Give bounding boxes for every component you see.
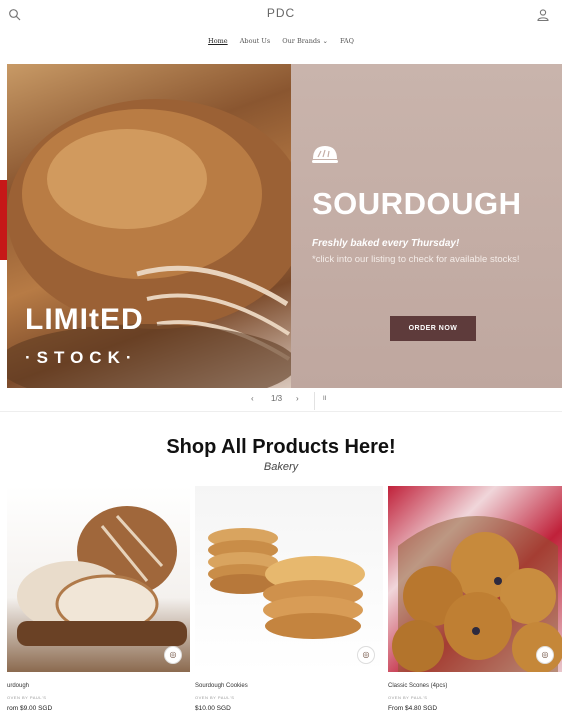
limited-text: LIMItED bbox=[25, 303, 144, 336]
cookies-image bbox=[208, 528, 365, 639]
scones-basket-image bbox=[392, 516, 562, 672]
product-vendor: OVEN BY PAUL'S bbox=[7, 695, 47, 700]
product-vendor: OVEN BY PAUL'S bbox=[388, 695, 428, 700]
product-vendor: OVEN BY PAUL'S bbox=[195, 695, 235, 700]
product-price: rom $9.00 SGD bbox=[7, 705, 53, 712]
brand-badge-icon: ◎ bbox=[536, 646, 554, 664]
product-title[interactable]: Sourdough Cookies bbox=[195, 683, 248, 689]
site-logo[interactable]: PDC bbox=[0, 6, 562, 20]
nav-home[interactable]: Home bbox=[208, 37, 228, 45]
product-title[interactable]: Classic Scones (4pcs) bbox=[388, 683, 447, 689]
banner-note: *click into our listing to check for ava… bbox=[312, 254, 520, 265]
hero-banner[interactable] bbox=[7, 64, 562, 388]
section-subtitle: Bakery bbox=[263, 461, 299, 473]
product-price: From $4.80 SGD bbox=[388, 705, 438, 712]
brand-badge-icon: ◎ bbox=[357, 646, 375, 664]
sourdough-loaf-image bbox=[17, 506, 187, 646]
slide-counter: 1/3 bbox=[271, 394, 283, 403]
controls-divider bbox=[314, 392, 315, 410]
section-title: Shop All Products Here! bbox=[166, 436, 396, 458]
stock-text: ·STOCK· bbox=[25, 348, 138, 367]
product-image-sourdough[interactable]: ◎ bbox=[7, 486, 190, 672]
bread-loaf-icon bbox=[312, 146, 338, 163]
brand-badge-icon: ◎ bbox=[164, 646, 182, 664]
next-slide-button[interactable]: › bbox=[296, 394, 299, 403]
slideshow-controls: ‹ 1/3 › II bbox=[0, 390, 562, 412]
product-image-classic-scones[interactable]: ◎ bbox=[388, 486, 562, 672]
nav-about-us[interactable]: About Us bbox=[240, 37, 270, 45]
sourdough-photo bbox=[7, 64, 307, 388]
side-tab[interactable] bbox=[0, 180, 7, 260]
nav-our-brands[interactable]: Our Brands ⌄ bbox=[282, 37, 328, 45]
main-nav: Home About Us Our Brands ⌄ FAQ bbox=[0, 37, 562, 45]
order-now-button[interactable]: ORDER NOW bbox=[390, 316, 476, 341]
product-image-sourdough-cookies[interactable]: ◎ bbox=[195, 486, 383, 672]
product-title[interactable]: urdough bbox=[7, 683, 29, 689]
previous-slide-button[interactable]: ‹ bbox=[251, 394, 254, 403]
banner-subtitle: Freshly baked every Thursday! bbox=[312, 238, 460, 249]
banner-title: SOURDOUGH bbox=[312, 186, 522, 221]
product-price: $10.00 SGD bbox=[195, 705, 231, 712]
bread-illustration bbox=[7, 99, 307, 388]
site-header: PDC Home About Us Our Brands ⌄ FAQ bbox=[0, 0, 562, 58]
account-icon[interactable] bbox=[536, 8, 550, 22]
pause-button[interactable]: II bbox=[323, 396, 326, 402]
nav-faq[interactable]: FAQ bbox=[340, 37, 354, 45]
